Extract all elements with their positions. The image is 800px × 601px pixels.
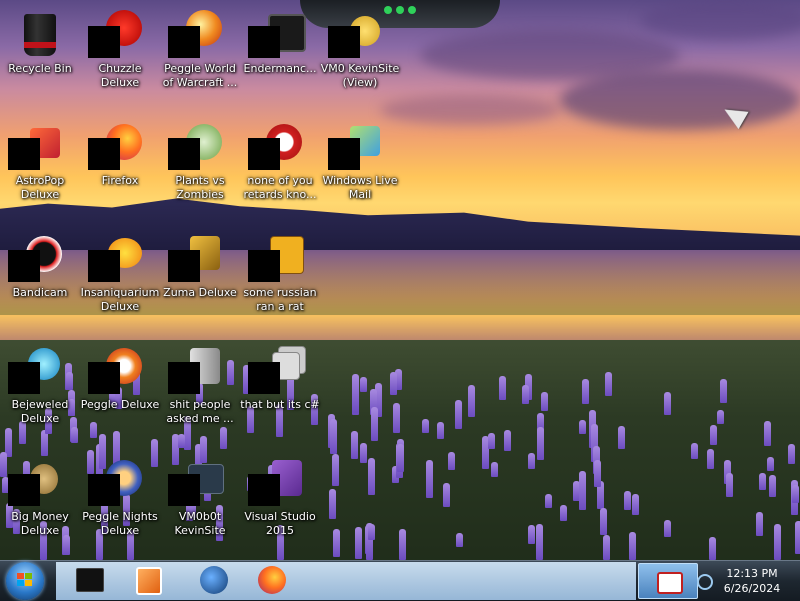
desktop-icon-vm-kevinsite-view[interactable]: VM0 KevinSite (View) — [320, 4, 400, 104]
desktop-icon-plants-vs-zombies[interactable]: Plants vs Zombies — [160, 116, 240, 216]
desktop-icon-label: AstroPop Deluxe — [15, 174, 65, 201]
media-player-icon — [136, 567, 162, 595]
desktop-icon-label: Windows Live Mail — [322, 174, 398, 201]
desktop-icon-windows-live-mail[interactable]: Windows Live Mail — [320, 116, 400, 216]
insaniquarium-icon — [88, 234, 144, 282]
desktop-icon-big-money[interactable]: Big Money Deluxe — [0, 452, 80, 552]
desktop-icon-some-russian[interactable]: some russian ran a rat — [240, 228, 320, 328]
desktop-icon-area: Recycle Bin Chuzzle Deluxe Peggle World … — [0, 0, 800, 560]
globe-app-icon — [200, 566, 228, 594]
desktop-icon-firefox[interactable]: Firefox — [80, 116, 160, 216]
taskbar-pinned-firefox[interactable] — [246, 562, 298, 598]
desktop-icon-label: Bandicam — [12, 286, 68, 299]
peggle-icon — [88, 346, 144, 394]
bandicam-icon — [8, 234, 64, 282]
windows-start-orb-icon — [17, 573, 33, 587]
plants-vs-zombies-icon — [168, 122, 224, 170]
desktop-icon-visual-studio[interactable]: Visual Studio 2015 — [240, 452, 320, 552]
desktop-icon-shit-people[interactable]: shit people asked me ... — [160, 340, 240, 440]
visual-studio-icon — [248, 458, 304, 506]
adobe-file-icon — [248, 234, 304, 282]
chuzzle-icon — [88, 10, 144, 58]
desktop-icon-none-of-you[interactable]: none of you retards kno... — [240, 116, 320, 216]
desktop-icon-astropop[interactable]: AstroPop Deluxe — [0, 116, 80, 216]
desktop-icon-label: Recycle Bin — [8, 62, 72, 75]
zuma-icon — [168, 234, 224, 282]
desktop-icon-peggle-deluxe[interactable]: Peggle Deluxe — [80, 340, 160, 440]
desktop-icon-zuma[interactable]: Zuma Deluxe — [160, 228, 240, 328]
taskbar-clock[interactable]: 12:13 PM 6/26/2024 — [712, 566, 792, 596]
desktop-icon-label: Insaniquarium Deluxe — [80, 286, 160, 313]
start-button[interactable] — [6, 562, 44, 600]
desktop-icon-label: some russian ran a rat — [243, 286, 317, 313]
desktop-icon-label: Chuzzle Deluxe — [98, 62, 142, 89]
bejeweled-icon — [8, 346, 64, 394]
firefox-taskbar-icon — [258, 566, 286, 594]
terminal-icon — [248, 10, 306, 58]
recycle-bin-icon — [20, 10, 60, 58]
tray-app-icon — [657, 572, 683, 594]
desktop-icon-peggle-nights[interactable]: Peggle Nights Deluxe — [80, 452, 160, 552]
desktop-icon-label: Peggle World of Warcraft ... — [162, 62, 238, 89]
network-icon[interactable] — [697, 574, 713, 590]
taskbar-pinned-media-player[interactable] — [122, 562, 174, 598]
vm-site-icon — [328, 10, 384, 58]
desktop-icon-that-but-its-csharp[interactable]: that but its c# — [240, 340, 320, 440]
desktop-icon-recycle-bin[interactable]: Recycle Bin — [0, 4, 80, 104]
desktop-icon-label: shit people asked me ... — [166, 398, 234, 425]
clock-date: 6/26/2024 — [723, 582, 781, 595]
desktop-icon-vm0b0t-kevinsite[interactable]: VM0b0t KevinSite — [160, 452, 240, 552]
desktop-icon-label: VM0 KevinSite (View) — [320, 62, 400, 89]
desktop-icon-label: Peggle Deluxe — [80, 398, 160, 411]
taskbar-pinned-globe[interactable] — [188, 562, 240, 598]
astropop-icon — [8, 122, 64, 170]
desktop-icon-label: VM0b0t KevinSite — [174, 510, 226, 537]
desktop-icon-label: Zuma Deluxe — [163, 286, 237, 299]
desktop-icon-label: Plants vs Zombies — [175, 174, 225, 201]
desktop-icon-label: Visual Studio 2015 — [244, 510, 316, 537]
desktop-icon-label: Firefox — [101, 174, 139, 187]
vm-bot-icon — [168, 458, 224, 506]
desktop-icon-label: Peggle Nights Deluxe — [82, 510, 158, 537]
desktop-icon-label: none of you retards kno... — [243, 174, 317, 201]
desktop-icon-label: Big Money Deluxe — [11, 510, 69, 537]
terminal-app-icon — [76, 568, 104, 592]
desktop-icon-peggle-wow[interactable]: Peggle World of Warcraft ... — [160, 4, 240, 104]
taskbar-pinned-terminal[interactable] — [64, 562, 116, 598]
bandicam-like-icon — [248, 122, 304, 170]
desktop-icon-label: Endermanc... — [243, 62, 317, 75]
firefox-icon — [88, 122, 144, 170]
desktop-icon-endermanc[interactable]: Endermanc... — [240, 4, 320, 104]
peggle-wow-icon — [168, 10, 224, 58]
desktop-icon-chuzzle[interactable]: Chuzzle Deluxe — [80, 4, 160, 104]
desktop-icon-bandicam[interactable]: Bandicam — [0, 228, 80, 328]
document-icon — [168, 346, 224, 394]
peggle-nights-icon — [88, 458, 144, 506]
desktop-icon-insaniquarium[interactable]: Insaniquarium Deluxe — [80, 228, 160, 328]
desktop-icon-label: that but its c# — [240, 398, 320, 411]
clock-time: 12:13 PM — [726, 567, 778, 580]
desktop-icon-bejeweled[interactable]: Bejeweled Deluxe — [0, 340, 80, 440]
taskbar-active-app[interactable] — [638, 563, 698, 599]
windows-live-mail-icon — [328, 122, 384, 170]
stacked-files-icon — [248, 346, 306, 394]
desktop-icon-label: Bejeweled Deluxe — [11, 398, 69, 425]
big-money-icon — [8, 458, 64, 506]
